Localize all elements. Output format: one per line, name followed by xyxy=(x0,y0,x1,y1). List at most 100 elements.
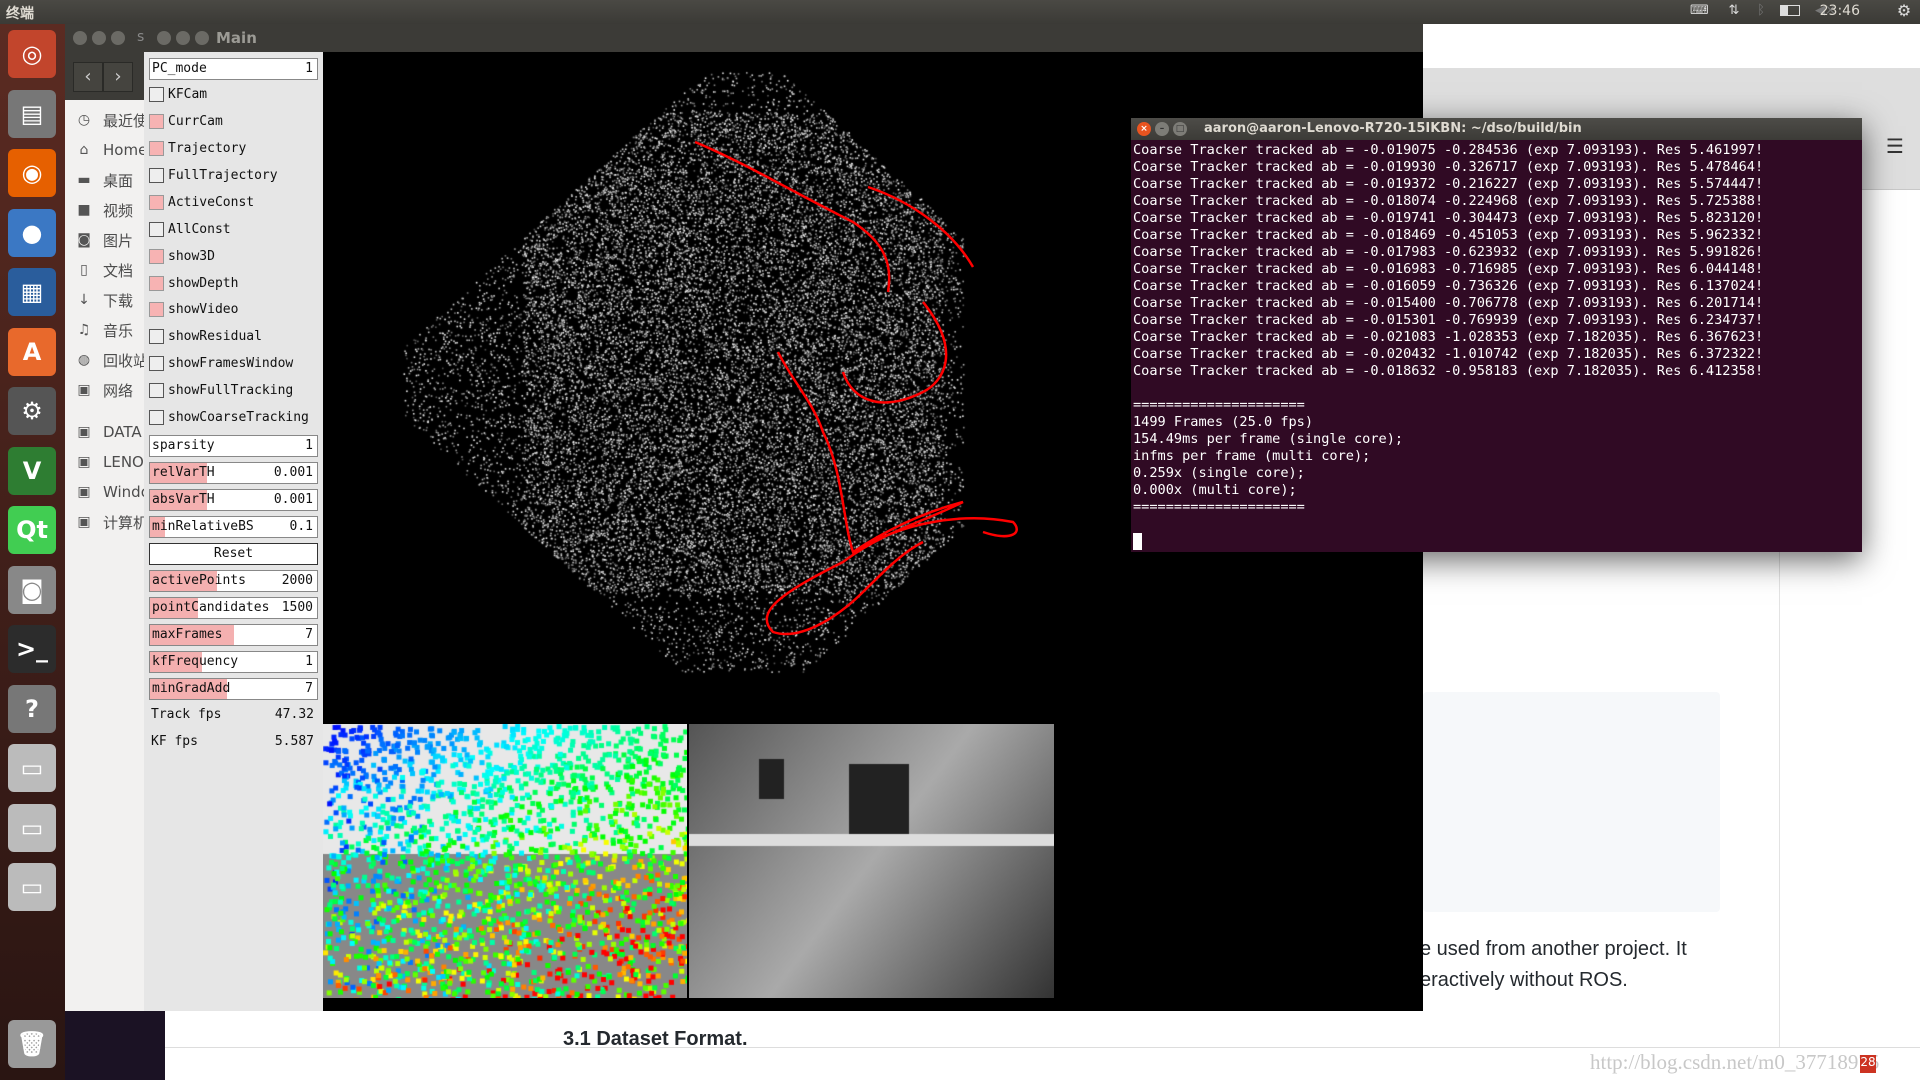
firefox-icon[interactable]: ◉ xyxy=(8,149,56,197)
checkbox-box[interactable] xyxy=(149,113,164,129)
trash-icon[interactable]: 🗑 xyxy=(8,1020,56,1068)
slider-pointCandidates[interactable]: pointCandidates 1500 xyxy=(149,596,318,619)
bluetooth-icon[interactable]: ᛒ xyxy=(1752,4,1770,18)
slider-activePoints[interactable]: activePoints 2000 xyxy=(149,569,318,592)
minimize-button[interactable]: – xyxy=(1155,122,1169,136)
checkbox-showFullTracking[interactable]: showFullTracking xyxy=(149,381,318,403)
maximize-button[interactable]: □ xyxy=(1173,122,1187,136)
power-gear-icon[interactable]: ⚙ xyxy=(1895,3,1913,19)
slider-kfFrequency[interactable]: kfFrequency 1 xyxy=(149,650,318,673)
close-button[interactable] xyxy=(157,31,171,45)
network-arrows-icon[interactable]: ⇅ xyxy=(1725,4,1743,18)
checkbox-label: showDepth xyxy=(168,275,239,291)
music-icon: ♫ xyxy=(77,322,91,338)
slider-label: maxFrames xyxy=(152,626,223,642)
writer-icon[interactable]: ▦ xyxy=(8,268,56,316)
checkbox-box[interactable] xyxy=(149,356,164,372)
vim-icon[interactable]: V xyxy=(8,446,56,495)
checkbox-CurrCam[interactable]: CurrCam xyxy=(149,112,318,134)
checkbox-label: showFullTracking xyxy=(168,383,294,399)
checkbox-box[interactable] xyxy=(149,140,164,156)
minimize-button[interactable] xyxy=(92,31,106,45)
checkbox-label: CurrCam xyxy=(168,113,223,129)
minimize-button[interactable] xyxy=(176,31,190,45)
checkbox-showDepth[interactable]: showDepth xyxy=(149,274,318,296)
terminal-output[interactable]: Coarse Tracker tracked ab = -0.019075 -0… xyxy=(1133,142,1763,550)
checkbox-showFramesWindow[interactable]: showFramesWindow xyxy=(149,354,318,376)
forward-button[interactable]: › xyxy=(103,62,133,92)
drive-icon[interactable]: ▭ xyxy=(8,744,56,792)
clock[interactable]: 23:46 xyxy=(1820,3,1860,19)
terminal-icon[interactable]: >_ xyxy=(8,625,56,673)
slider-minGradAdd[interactable]: minGradAdd 7 xyxy=(149,677,318,700)
keyboard-icon[interactable]: ⌨ xyxy=(1690,4,1709,18)
slider-maxFrames[interactable]: maxFrames 7 xyxy=(149,623,318,646)
system-settings-icon[interactable]: ⚙ xyxy=(8,387,56,435)
camera-icon[interactable]: ◙ xyxy=(8,565,56,614)
checkbox-showResidual[interactable]: showResidual xyxy=(149,327,318,349)
slider-absVarTH[interactable]: absVarTH 0.001 xyxy=(149,489,318,512)
window-title: Main xyxy=(216,29,257,47)
back-button[interactable]: ‹ xyxy=(73,62,103,92)
reset-button[interactable]: Reset xyxy=(149,542,318,565)
ubuntu-dash-icon[interactable]: ◎ xyxy=(8,30,56,78)
readout-Track-fps: Track fps 47.32 xyxy=(149,705,318,727)
checkbox-show3D[interactable]: show3D xyxy=(149,247,318,269)
checkbox-box[interactable] xyxy=(149,329,164,345)
sidebar-item-label: DATA xyxy=(103,423,142,441)
checkbox-box[interactable] xyxy=(149,275,164,291)
terminal-line: Coarse Tracker tracked ab = -0.015301 -0… xyxy=(1133,312,1764,328)
checkbox-ActiveConst[interactable]: ActiveConst xyxy=(149,193,318,215)
slider-value: 0.001 xyxy=(273,465,313,481)
checkbox-box[interactable] xyxy=(149,383,164,399)
slider-sparsity[interactable]: sparsity 1 xyxy=(149,435,318,458)
top-panel: 终端 ⌨ ⇅ ᛒ ◀× 23:46 ⚙ xyxy=(0,0,1920,24)
checkbox-FullTrajectory[interactable]: FullTrajectory xyxy=(149,166,318,188)
folder-icon: ▬ xyxy=(77,172,91,188)
slider-minRelativeBS[interactable]: minRelativeBS 0.1 xyxy=(149,515,318,538)
terminal-line: Coarse Tracker tracked ab = -0.019930 -0… xyxy=(1133,159,1764,175)
checkbox-box[interactable] xyxy=(149,167,164,183)
software-center-icon[interactable]: A xyxy=(8,327,56,376)
terminal-titlebar: × – □ aaron@aaron-Lenovo-R720-15IKBN: ~/… xyxy=(1131,118,1862,140)
terminal-line: Coarse Tracker tracked ab = -0.016983 -0… xyxy=(1133,261,1764,277)
terminal-line: Coarse Tracker tracked ab = -0.019741 -0… xyxy=(1133,210,1764,226)
terminal-line: 154.49ms per frame (single core); xyxy=(1133,431,1404,447)
checkbox-box[interactable] xyxy=(149,248,164,264)
checkbox-showVideo[interactable]: showVideo xyxy=(149,300,318,322)
battery-icon[interactable] xyxy=(1778,4,1802,18)
help-icon[interactable]: ? xyxy=(8,684,56,733)
slider-PC_mode[interactable]: PC_mode 1 xyxy=(149,58,318,80)
drive-icon[interactable]: ▭ xyxy=(8,863,56,911)
qt-creator-icon[interactable]: Qt xyxy=(8,506,56,554)
document-icon: ▯ xyxy=(80,262,88,278)
close-button[interactable] xyxy=(73,31,87,45)
checkbox-label: Trajectory xyxy=(168,140,247,156)
slider-relVarTH[interactable]: relVarTH 0.001 xyxy=(149,462,318,485)
checkbox-box[interactable] xyxy=(149,302,164,318)
menu-icon[interactable]: ☰ xyxy=(1886,134,1904,158)
maximize-button[interactable] xyxy=(195,31,209,45)
checkbox-AllConst[interactable]: AllConst xyxy=(149,220,318,242)
chromium-icon[interactable]: ● xyxy=(8,208,56,257)
button-label: Reset xyxy=(213,545,254,561)
checkbox-KFCam[interactable]: KFCam xyxy=(149,85,318,107)
files-icon[interactable]: ▤ xyxy=(8,89,56,138)
checkbox-box[interactable] xyxy=(149,221,164,237)
checkbox-box[interactable] xyxy=(149,86,164,102)
terminal-line: infms per frame (multi core); xyxy=(1133,448,1371,464)
readout-value: 5.587 xyxy=(274,733,314,749)
checkbox-Trajectory[interactable]: Trajectory xyxy=(149,139,318,161)
checkbox-showCoarseTracking[interactable]: showCoarseTracking xyxy=(149,408,318,430)
maximize-button[interactable] xyxy=(111,31,125,45)
checkbox-box[interactable] xyxy=(149,194,164,210)
close-button[interactable]: × xyxy=(1137,122,1151,136)
notification-badge[interactable]: 28 xyxy=(1860,1055,1876,1073)
sidebar-item-label: 网络 xyxy=(103,381,134,400)
slider-value: 2000 xyxy=(281,572,313,588)
terminal-window[interactable]: × – □ aaron@aaron-Lenovo-R720-15IKBN: ~/… xyxy=(1131,118,1862,552)
checkbox-box[interactable] xyxy=(149,410,164,426)
drive-icon[interactable]: ▭ xyxy=(8,803,56,852)
readme-text-line: e used from another project. It xyxy=(1420,938,1687,960)
terminal-line: ===================== xyxy=(1133,499,1305,515)
